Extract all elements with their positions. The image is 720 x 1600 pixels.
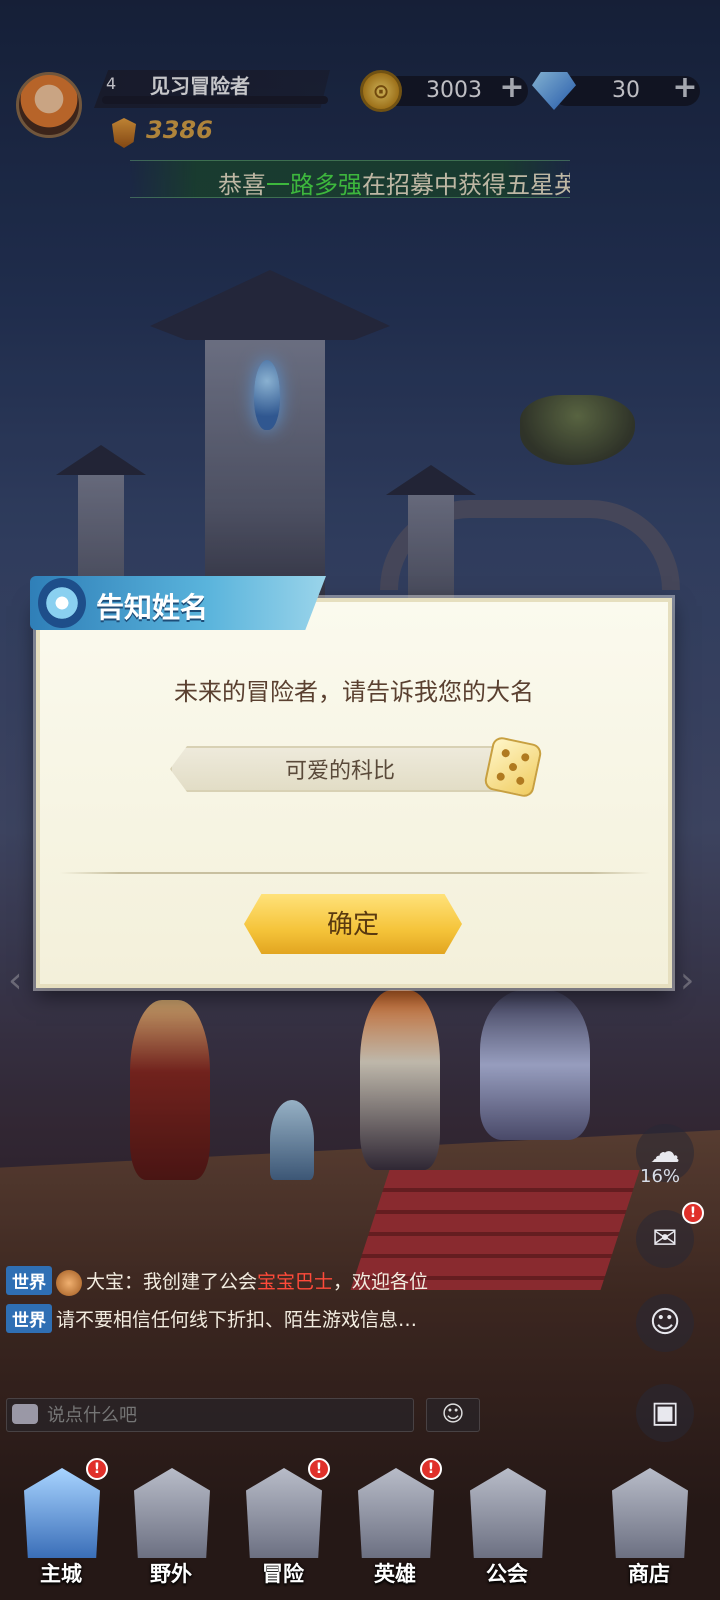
chat-message[interactable]: 世界 请不要相信任何线下折扣、陌生游戏信息…	[6, 1304, 418, 1333]
chat-bubble-icon	[12, 1404, 38, 1424]
friends-icon[interactable]: ☺	[636, 1294, 694, 1352]
name-input[interactable]	[170, 746, 510, 792]
nav-label: 商店	[628, 1562, 670, 1586]
chat-message[interactable]: 世界 大宝：我创建了公会宝宝巴士，欢迎各位	[6, 1266, 429, 1296]
nav-wild[interactable]: 野外	[116, 1448, 226, 1600]
chat-guild-link[interactable]: 宝宝巴士	[257, 1271, 333, 1293]
nav-label: 冒险	[262, 1562, 304, 1586]
nav-badge: !	[308, 1458, 330, 1480]
chat-input[interactable]	[6, 1398, 414, 1432]
nav-shop[interactable]: 商店	[594, 1448, 704, 1600]
backpack-icon[interactable]: ▣	[636, 1384, 694, 1442]
emoji-button[interactable]: ☺	[426, 1398, 480, 1432]
dialog-divider	[60, 872, 650, 874]
nav-guild[interactable]: 公会	[452, 1448, 562, 1600]
nav-heroes[interactable]: ! 英雄	[340, 1448, 450, 1600]
chat-text: 我创建了公会	[143, 1271, 258, 1293]
guild-banner-icon	[470, 1468, 546, 1558]
nav-label: 公会	[486, 1562, 528, 1586]
main-city-icon	[24, 1468, 100, 1558]
chat-sender-avatar	[56, 1269, 82, 1296]
nav-main-city[interactable]: ! 主城	[6, 1448, 116, 1600]
chat-text: 请不要相信任何线下折扣、陌生游戏信息…	[56, 1309, 418, 1331]
mail-badge: !	[682, 1202, 704, 1224]
chat-text-end: ，欢迎各位	[333, 1271, 429, 1293]
heroes-helmet-icon	[358, 1468, 434, 1558]
bottom-nav: ! 主城 野外 ! 冒险 ! 英雄 公会 商店	[0, 1448, 720, 1600]
nav-adventure[interactable]: ! 冒险	[228, 1448, 338, 1600]
nav-label: 主城	[40, 1562, 82, 1586]
adventure-icon	[246, 1468, 322, 1558]
dialog-prompt: 未来的冒险者，请告诉我您的大名	[174, 678, 534, 706]
confirm-button[interactable]: 确定	[244, 894, 462, 954]
chat-channel-tag: 世界	[6, 1266, 52, 1295]
shop-icon	[612, 1468, 688, 1558]
chat-sender: 大宝：	[86, 1271, 144, 1293]
dialog-title: 告知姓名	[96, 591, 209, 624]
wild-icon	[134, 1468, 210, 1558]
download-percent: 16%	[640, 1166, 681, 1187]
chat-channel-tag: 世界	[6, 1304, 52, 1333]
nav-badge: !	[86, 1458, 108, 1480]
nav-label: 英雄	[374, 1562, 416, 1586]
nav-badge: !	[420, 1458, 442, 1480]
nav-label: 野外	[150, 1562, 192, 1586]
compass-icon	[38, 578, 86, 628]
